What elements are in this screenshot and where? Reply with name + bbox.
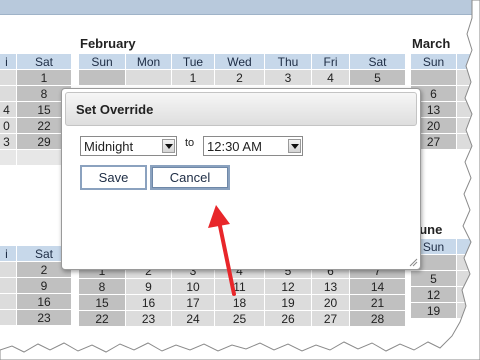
- annotation-arrow-icon: [208, 205, 236, 296]
